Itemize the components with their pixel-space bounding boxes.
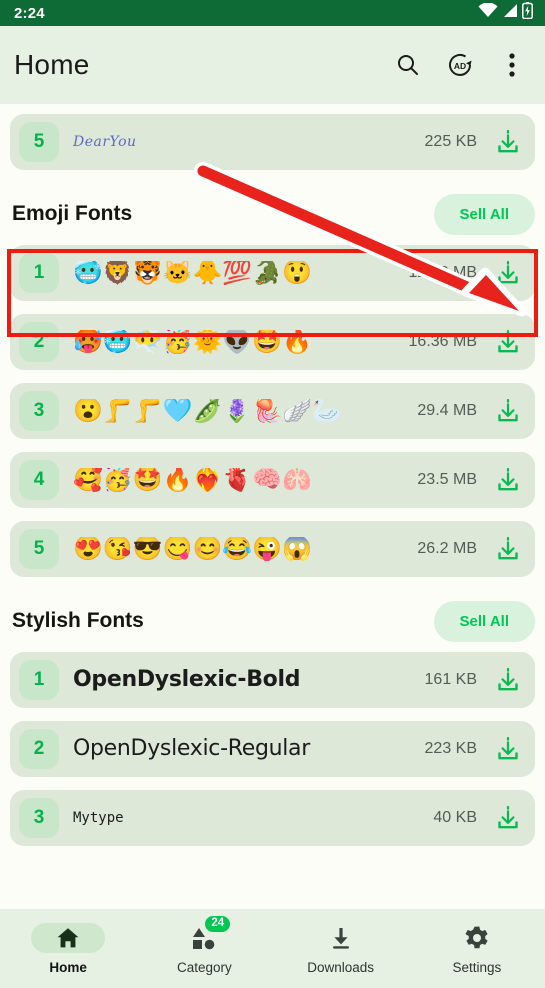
page-title: Home — [14, 49, 90, 80]
section-header-stylish-fonts: Stylish Fonts Sell All — [0, 590, 545, 652]
status-bar: 2:24 — [0, 0, 545, 26]
list-item[interactable]: 1 🥶🦁🐯🐱🐥💯🐊😲 12.92 MB — [10, 245, 535, 301]
wifi-icon — [478, 2, 498, 23]
rank-badge: 3 — [19, 391, 59, 431]
section-title: Stylish Fonts — [12, 609, 144, 632]
download-icon[interactable] — [493, 665, 523, 695]
gear-icon — [440, 923, 514, 953]
download-icon[interactable] — [493, 327, 523, 357]
font-preview: 🥶🦁🐯🐱🐥💯🐊😲 — [73, 261, 313, 285]
rank-badge: 2 — [19, 729, 59, 769]
ad-icon[interactable]: AD — [445, 50, 475, 80]
download-icon[interactable] — [493, 396, 523, 426]
status-bar-clock: 2:24 — [14, 4, 45, 22]
file-size: 40 KB — [433, 809, 477, 826]
nav-label: Home — [49, 959, 87, 975]
font-preview: 😮🦵🦵🩵🫛🪻🪼🪽🦢 — [73, 399, 342, 423]
file-size: 225 KB — [424, 133, 477, 150]
signal-icon — [502, 3, 518, 23]
list-item[interactable]: 3 😮🦵🦵🩵🫛🪻🪼🪽🦢 29.4 MB — [10, 383, 535, 439]
category-icon: 24 — [167, 915, 241, 953]
rank-badge: 5 — [19, 529, 59, 569]
rank-badge: 1 — [19, 660, 59, 700]
list-item[interactable]: 2 OpenDyslexic-Regular 223 KB — [10, 721, 535, 777]
download-icon[interactable] — [493, 465, 523, 495]
see-all-button-emoji-fonts[interactable]: Sell All — [433, 193, 535, 235]
font-preview: OpenDyslexic-Regular — [73, 738, 310, 760]
font-preview: OpenDyslexic-Bold — [73, 669, 301, 691]
rank-badge: 5 — [19, 122, 59, 162]
section-header-emoji-fonts: Emoji Fonts Sell All — [0, 183, 545, 245]
file-size: 23.5 MB — [417, 471, 477, 488]
list-item[interactable]: 3 Mytype 40 KB — [10, 790, 535, 846]
download-icon[interactable] — [493, 803, 523, 833]
file-size: 223 KB — [424, 740, 477, 757]
font-preview: Mytype — [73, 811, 124, 825]
section-title: Emoji Fonts — [12, 202, 133, 225]
app-bar: Home AD — [0, 26, 545, 104]
download-icon — [304, 923, 378, 953]
nav-label: Downloads — [307, 959, 375, 975]
search-icon[interactable] — [393, 50, 423, 80]
nav-item-settings[interactable]: Settings — [409, 909, 545, 988]
file-size: 16.36 MB — [408, 333, 477, 350]
font-preview: 🥵🥶😶‍🌫️🥳🌞👽🤩🔥 — [73, 330, 313, 354]
list-item[interactable]: 2 🥵🥶😶‍🌫️🥳🌞👽🤩🔥 16.36 MB — [10, 314, 535, 370]
list-item[interactable]: 4 🥰🥳🤩🔥❤️‍🔥🫀🧠🫁 23.5 MB — [10, 452, 535, 508]
download-icon[interactable] — [493, 734, 523, 764]
svg-text:AD: AD — [454, 61, 466, 71]
nav-item-downloads[interactable]: Downloads — [273, 909, 409, 988]
app-bar-actions: AD — [393, 50, 527, 80]
overflow-menu-icon[interactable] — [497, 50, 527, 80]
rank-badge: 4 — [19, 460, 59, 500]
list-item[interactable]: 5 DearYou 225 KB — [10, 114, 535, 170]
file-size: 26.2 MB — [417, 540, 477, 557]
download-icon[interactable] — [493, 534, 523, 564]
download-icon[interactable] — [493, 127, 523, 157]
font-preview: 😍😘😎😋😊😂😜😱 — [73, 537, 313, 561]
nav-item-category[interactable]: 24 Category — [136, 909, 272, 988]
see-all-button-stylish-fonts[interactable]: Sell All — [433, 600, 535, 642]
font-preview: 🥰🥳🤩🔥❤️‍🔥🫀🧠🫁 — [73, 468, 313, 492]
list-item[interactable]: 1 OpenDyslexic-Bold 161 KB — [10, 652, 535, 708]
list-item[interactable]: 5 😍😘😎😋😊😂😜😱 26.2 MB — [10, 521, 535, 577]
rank-badge: 2 — [19, 322, 59, 362]
download-icon[interactable] — [493, 258, 523, 288]
home-icon — [31, 922, 106, 953]
file-size: 12.92 MB — [408, 264, 477, 281]
rank-badge: 3 — [19, 798, 59, 838]
nav-item-home[interactable]: Home — [0, 909, 136, 988]
file-size: 161 KB — [424, 671, 477, 688]
bottom-navigation-bar: Home 24 Category Downloads Settings — [0, 909, 545, 988]
scroll-content[interactable]: 5 DearYou 225 KB Emoji Fonts Sell All 1 … — [0, 104, 545, 909]
file-size: 29.4 MB — [417, 402, 477, 419]
battery-icon — [522, 2, 533, 24]
category-badge: 24 — [205, 915, 231, 933]
rank-badge: 1 — [19, 253, 59, 293]
nav-label: Settings — [452, 959, 502, 975]
status-bar-system-icons — [478, 2, 533, 24]
nav-label: Category — [176, 959, 232, 975]
font-preview: DearYou — [73, 135, 137, 149]
